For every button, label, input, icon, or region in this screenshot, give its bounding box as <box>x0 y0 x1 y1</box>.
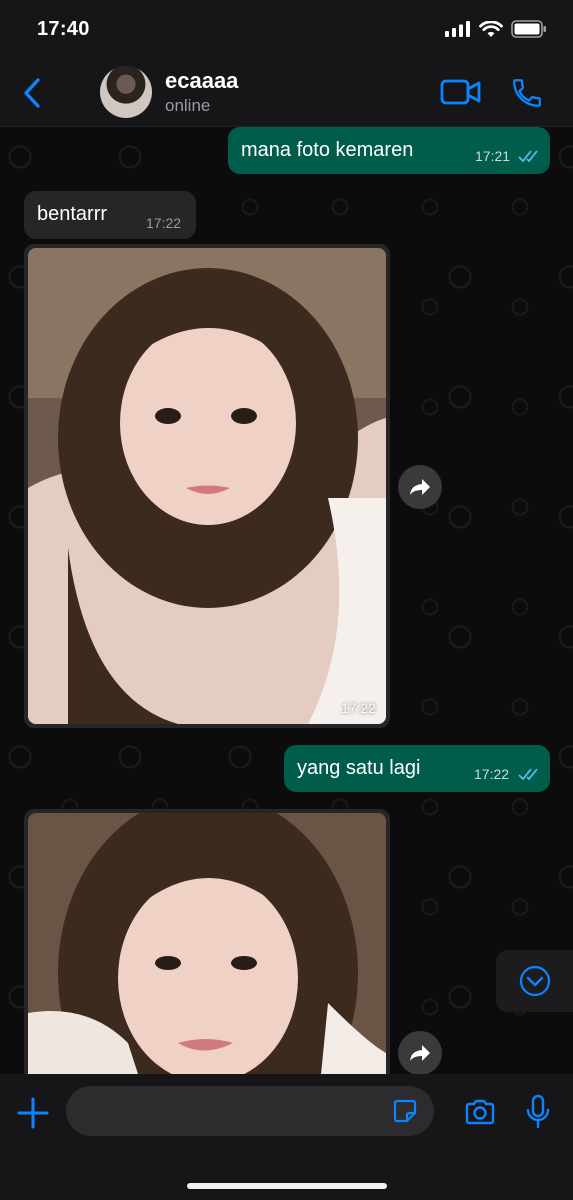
photo-image[interactable] <box>28 813 386 1074</box>
camera-icon[interactable] <box>464 1098 496 1126</box>
forward-icon <box>410 479 430 495</box>
chevron-down-icon <box>519 965 550 997</box>
message-outgoing[interactable]: yang satu lagi 17:22 <box>284 745 550 792</box>
battery-icon <box>511 20 546 38</box>
signal-icon <box>445 21 470 37</box>
video-call-icon[interactable] <box>440 78 482 106</box>
photo-time: 17:22 <box>340 700 376 716</box>
plus-icon[interactable] <box>16 1096 50 1130</box>
read-ticks-icon <box>518 150 538 163</box>
wifi-icon <box>479 20 503 37</box>
avatar[interactable] <box>100 66 152 118</box>
forward-button[interactable] <box>398 1031 442 1074</box>
photo-message[interactable]: 17:22 <box>24 244 390 728</box>
microphone-icon[interactable] <box>526 1094 550 1130</box>
photo-message[interactable] <box>24 809 390 1074</box>
input-bar <box>0 1074 573 1200</box>
contact-name[interactable]: ecaaaa <box>165 68 238 94</box>
photo-image <box>28 813 386 1074</box>
read-ticks-icon <box>518 768 538 781</box>
forward-icon <box>410 1045 430 1061</box>
message-outgoing[interactable]: mana foto kemaren 17:21 <box>228 127 550 174</box>
phone-icon[interactable] <box>510 76 544 110</box>
scroll-to-bottom-button[interactable] <box>496 950 573 1012</box>
home-indicator <box>187 1183 387 1189</box>
photo-image <box>28 248 386 724</box>
message-text: mana foto kemaren <box>241 139 414 161</box>
message-time: 17:22 <box>474 766 510 782</box>
message-input[interactable] <box>66 1086 434 1136</box>
chat-area[interactable]: mana foto kemaren 17:21 bentarrr 17:22 1… <box>0 127 573 1074</box>
message-incoming[interactable]: bentarrr 17:22 <box>24 191 196 239</box>
message-text: bentarrr <box>37 203 108 225</box>
message-text: yang satu lagi <box>297 757 421 779</box>
status-icons <box>445 20 547 38</box>
forward-button[interactable] <box>398 465 442 509</box>
photo-image[interactable]: 17:22 <box>28 248 386 724</box>
chat-header: ecaaaa online <box>0 60 573 127</box>
contact-status: online <box>165 96 211 115</box>
back-chevron-icon[interactable] <box>18 76 48 110</box>
status-bar: 17:40 <box>0 0 573 60</box>
status-time: 17:40 <box>37 18 90 40</box>
message-time: 17:22 <box>146 215 182 231</box>
message-time: 17:21 <box>475 148 511 164</box>
sticker-icon[interactable] <box>392 1098 418 1124</box>
